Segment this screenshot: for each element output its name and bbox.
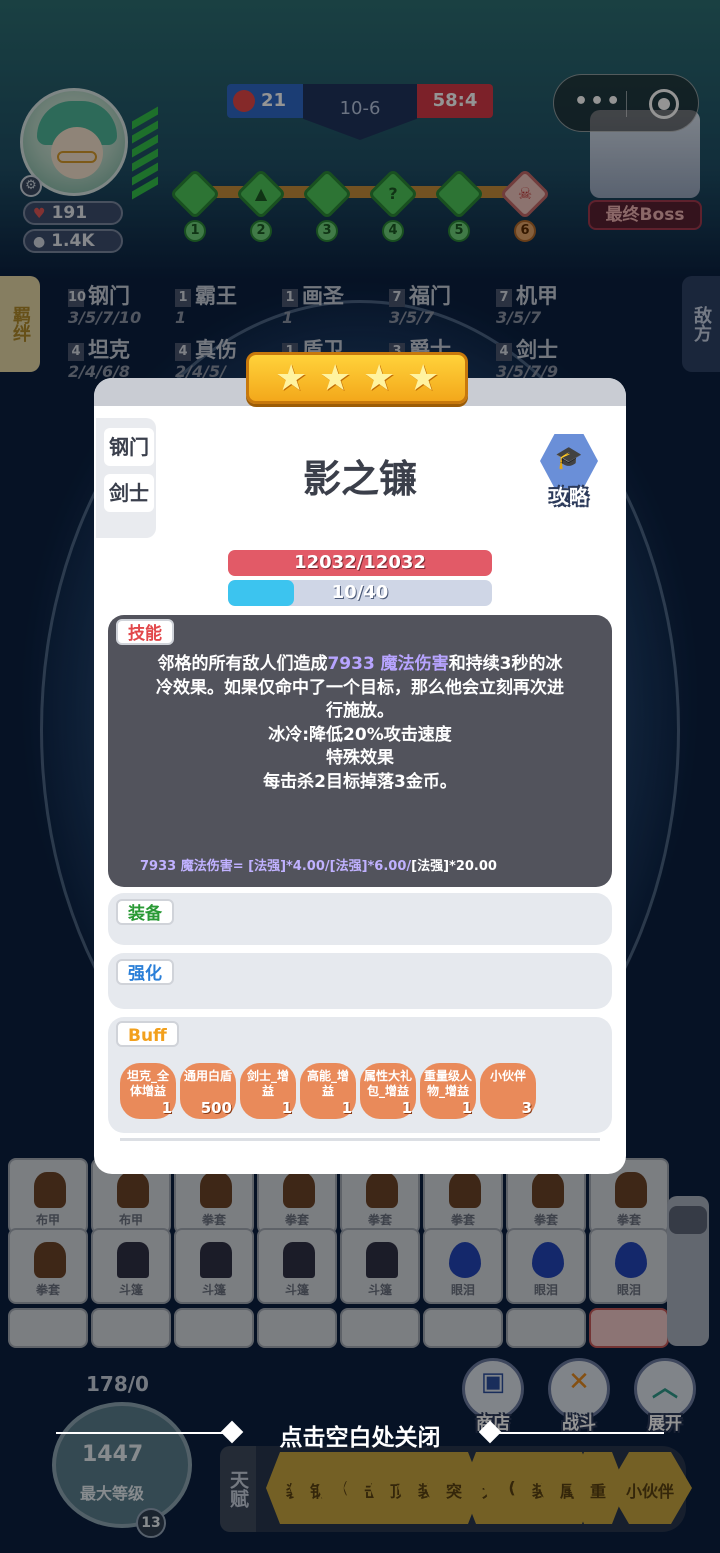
- star-rating: ★ ★ ★ ★: [246, 352, 468, 404]
- buff-label: Buff: [116, 1021, 179, 1047]
- skill-section: 技能 邻格的所有敌人们造成7933 魔法伤害和持续3秒的冰 冷效果。如果仅命中了…: [108, 615, 612, 887]
- hint-diamond-left: [220, 1420, 244, 1444]
- hero-type-tag[interactable]: 钢门: [104, 428, 154, 466]
- hero-mana-bar: 10/40: [228, 580, 492, 606]
- buff-chip[interactable]: 通用白盾 500: [180, 1063, 236, 1119]
- guide-button[interactable]: 🎓 攻略: [534, 434, 604, 508]
- enhance-label: 强化: [116, 959, 174, 985]
- modal-divider: [120, 1138, 600, 1141]
- star-icon: ★: [319, 358, 352, 399]
- skill-label: 技能: [116, 619, 174, 645]
- hero-hp-bar: 12032/12032: [228, 550, 492, 576]
- close-hint[interactable]: 点击空白处关闭: [56, 1418, 664, 1451]
- hint-line-right: [496, 1432, 664, 1434]
- buff-chip[interactable]: 小伙伴 3: [480, 1063, 536, 1119]
- buff-section: Buff 坦克_全体增益 1 通用白盾 500 剑士_增益 1 高能_增益 1 属性大礼…: [108, 1017, 612, 1133]
- buff-chip[interactable]: 坦克_全体增益 1: [120, 1063, 176, 1119]
- buff-chip[interactable]: 属性大礼包_增益 1: [360, 1063, 416, 1119]
- buff-chip[interactable]: 高能_增益 1: [300, 1063, 356, 1119]
- buff-chip[interactable]: 剑士_增益 1: [240, 1063, 296, 1119]
- enhance-section: 强化: [108, 953, 612, 1009]
- buff-chip[interactable]: 重量级人物_增益 1: [420, 1063, 476, 1119]
- star-icon: ★: [275, 358, 308, 399]
- hero-detail-modal: 钢门 剑士 影之镰 🎓 攻略 12032/12032 10/40 技能 邻格的所…: [94, 378, 626, 1174]
- equipment-section: 装备: [108, 893, 612, 945]
- star-icon: ★: [407, 358, 440, 399]
- hero-name: 影之镰: [302, 457, 417, 501]
- hero-type-tag[interactable]: 剑士: [104, 474, 154, 512]
- star-icon: ★: [363, 358, 396, 399]
- skill-description: 邻格的所有敌人们造成7933 魔法伤害和持续3秒的冰 冷效果。如果仅命中了一个目…: [156, 654, 564, 792]
- hint-line-left: [56, 1432, 226, 1434]
- hero-type-tabs: 钢门 剑士: [96, 418, 156, 538]
- graduation-cap-icon: 🎓: [555, 446, 583, 471]
- equipment-label: 装备: [116, 899, 174, 925]
- damage-formula: 7933 魔法伤害= [法强]*4.00/[法强]*6.00/[法强]*20.0…: [140, 859, 497, 874]
